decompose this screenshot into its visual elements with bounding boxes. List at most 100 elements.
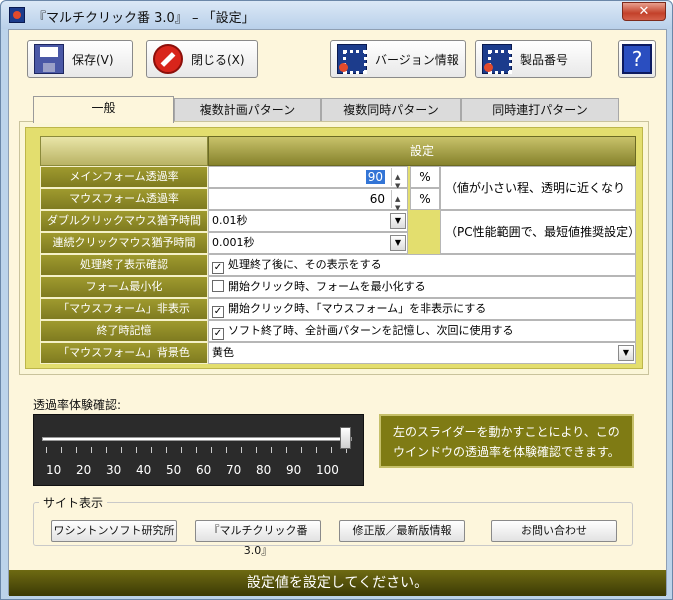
checkbox-unchecked-icon[interactable] [212, 280, 224, 292]
minimize-form-label: フォーム最小化 [40, 276, 208, 298]
transparency-label: 透過率体験確認: [33, 398, 122, 412]
row-finish-display: 処理終了表示確認 ✓ 処理終了後に、その表示をする [40, 254, 636, 276]
version-info-label: バージョン情報 [375, 52, 459, 67]
slider-track[interactable] [42, 437, 352, 441]
slider-tick [286, 447, 287, 453]
scale-label: 90 [286, 463, 302, 477]
window-title: 『マルチクリック番 3.0』 – 「設定」 [33, 11, 255, 26]
percent-unit: % [410, 166, 440, 188]
checkbox-checked-icon[interactable]: ✓ [212, 262, 224, 274]
slider-tick [121, 447, 122, 453]
mouse-form-bg-label: 「マウスフォーム」背景色 [40, 342, 208, 364]
app-icon [9, 7, 25, 23]
product-number-button[interactable]: 製品番号 [475, 40, 592, 78]
slider-tick [316, 447, 317, 453]
slider-tick [331, 447, 332, 453]
percent-unit: % [410, 188, 440, 210]
main-form-opacity-input[interactable]: 90 [208, 166, 408, 196]
slider-scale: 10 20 30 40 50 60 70 80 90 100 [44, 463, 364, 479]
tab-multi-plan[interactable]: 複数計画パターン [174, 98, 321, 122]
close-button[interactable]: 閉じる(X) [146, 40, 258, 78]
help-icon: ? [622, 44, 652, 74]
status-bar: 設定値を設定してください。 [9, 570, 666, 596]
tab-multi-simultaneous[interactable]: 複数同時パターン [321, 98, 461, 122]
settings-window: 『マルチクリック番 3.0』 – 「設定」 ✕ 保存(V) 閉じる(X) バージ… [0, 0, 673, 600]
scale-label: 80 [256, 463, 272, 477]
tab-strip: 一般 複数計画パターン 複数同時パターン 同時連打パターン [33, 96, 619, 123]
app-logo-icon [337, 44, 367, 74]
transparency-slider[interactable]: 10 20 30 40 50 60 70 80 90 100 [33, 414, 364, 486]
version-info-button[interactable]: バージョン情報 [330, 40, 466, 78]
slider-ticks [46, 447, 350, 453]
slider-tick [136, 447, 137, 453]
row-mouse-form-bg: 「マウスフォーム」背景色 黄色 ▼ [40, 342, 636, 364]
finish-display-checkbox[interactable]: ✓ 処理終了後に、その表示をする [208, 254, 636, 276]
scale-label: 30 [106, 463, 122, 477]
double-click-wait-label: ダブルクリックマウス猶予時間 [40, 210, 208, 232]
mouse-form-opacity-label: マウスフォーム透過率 [40, 188, 208, 210]
mouse-form-opacity-input[interactable]: 60 [208, 188, 408, 218]
tab-simultaneous-rapid[interactable]: 同時連打パターン [461, 98, 619, 122]
slider-tick [256, 447, 257, 453]
wait-note: （PC性能範囲で、最短値推奨設定） [440, 210, 640, 254]
slider-tick [46, 447, 47, 453]
slider-tick [151, 447, 152, 453]
repeat-click-wait-select[interactable]: 0.001秒 ▼ [208, 232, 408, 254]
mouse-form-bg-select[interactable]: 黄色 ▼ [208, 342, 636, 364]
scale-label: 70 [226, 463, 242, 477]
slider-tick [166, 447, 167, 453]
finish-display-label: 処理終了表示確認 [40, 254, 208, 276]
slider-tick [211, 447, 212, 453]
scale-label: 40 [136, 463, 152, 477]
scale-label: 10 [46, 463, 62, 477]
slider-thumb[interactable] [340, 427, 351, 449]
client-area: 保存(V) 閉じる(X) バージョン情報 製品番号 ? 一般 複数計画パターン … [8, 29, 667, 596]
row-hide-mouse-form: 「マウスフォーム」非表示 ✓ 開始クリック時、「マウスフォーム」を非表示にする [40, 298, 636, 320]
opacity-note: （値が小さい程、透明に近くなります） [440, 166, 636, 237]
dropdown-arrow-icon[interactable]: ▼ [618, 345, 634, 361]
product-number-label: 製品番号 [520, 52, 569, 67]
slider-tick [91, 447, 92, 453]
close-window-button[interactable]: ✕ [622, 2, 666, 21]
hide-mouse-form-label: 「マウスフォーム」非表示 [40, 298, 208, 320]
help-button[interactable]: ? [618, 40, 656, 78]
scale-label: 100 [316, 463, 339, 477]
dropdown-arrow-icon[interactable]: ▼ [390, 235, 406, 251]
spinner-arrows-icon[interactable] [391, 167, 405, 196]
slider-tick [76, 447, 77, 453]
row-remember-on-exit: 終了時記憶 ✓ ソフト終了時、全計画パターンを記憶し、次回に使用する [40, 320, 636, 342]
minimize-form-checkbox[interactable]: 開始クリック時、フォームを最小化する [208, 276, 636, 298]
general-panel: 設定 メインフォーム透過率 90 % マウスフォーム透過率 60 % （値が小さ… [19, 121, 649, 375]
dropdown-arrow-icon[interactable]: ▼ [390, 213, 406, 229]
site-button-updates[interactable]: 修正版／最新版情報 [339, 520, 465, 542]
row-minimize-form: フォーム最小化 開始クリック時、フォームを最小化する [40, 276, 636, 298]
checkbox-checked-icon[interactable]: ✓ [212, 328, 224, 340]
save-button[interactable]: 保存(V) [27, 40, 133, 78]
close-label: 閉じる(X) [191, 52, 245, 67]
slider-tick [241, 447, 242, 453]
slider-tick [271, 447, 272, 453]
remember-on-exit-label: 終了時記憶 [40, 320, 208, 342]
hide-mouse-form-checkbox[interactable]: ✓ 開始クリック時、「マウスフォーム」を非表示にする [208, 298, 636, 320]
repeat-click-wait-label: 連続クリックマウス猶予時間 [40, 232, 208, 254]
checkbox-checked-icon[interactable]: ✓ [212, 306, 224, 318]
scale-label: 50 [166, 463, 182, 477]
save-label: 保存(V) [72, 52, 114, 67]
site-button-product[interactable]: 『マルチクリック番 3.0』 [195, 520, 321, 557]
site-button-lab[interactable]: ワシントンソフト研究所 [51, 520, 177, 542]
double-click-wait-select[interactable]: 0.01秒 ▼ [208, 210, 408, 232]
remember-on-exit-checkbox[interactable]: ✓ ソフト終了時、全計画パターンを記憶し、次回に使用する [208, 320, 636, 342]
slider-tick [106, 447, 107, 453]
transparency-info: 左のスライダーを動かすことにより、このウインドウの透過率を体験確認できます。 [379, 414, 634, 468]
title-bar[interactable]: 『マルチクリック番 3.0』 – 「設定」 ✕ [1, 1, 672, 29]
slider-tick [301, 447, 302, 453]
tab-general[interactable]: 一般 [33, 96, 174, 123]
settings-header: 設定 [208, 136, 636, 166]
no-entry-icon [153, 44, 183, 74]
slider-tick [226, 447, 227, 453]
spinner-arrows-icon[interactable] [391, 189, 405, 218]
site-button-contact[interactable]: お問い合わせ [491, 520, 617, 542]
app-logo-icon [482, 44, 512, 74]
grid-corner [40, 136, 208, 166]
scale-label: 20 [76, 463, 92, 477]
